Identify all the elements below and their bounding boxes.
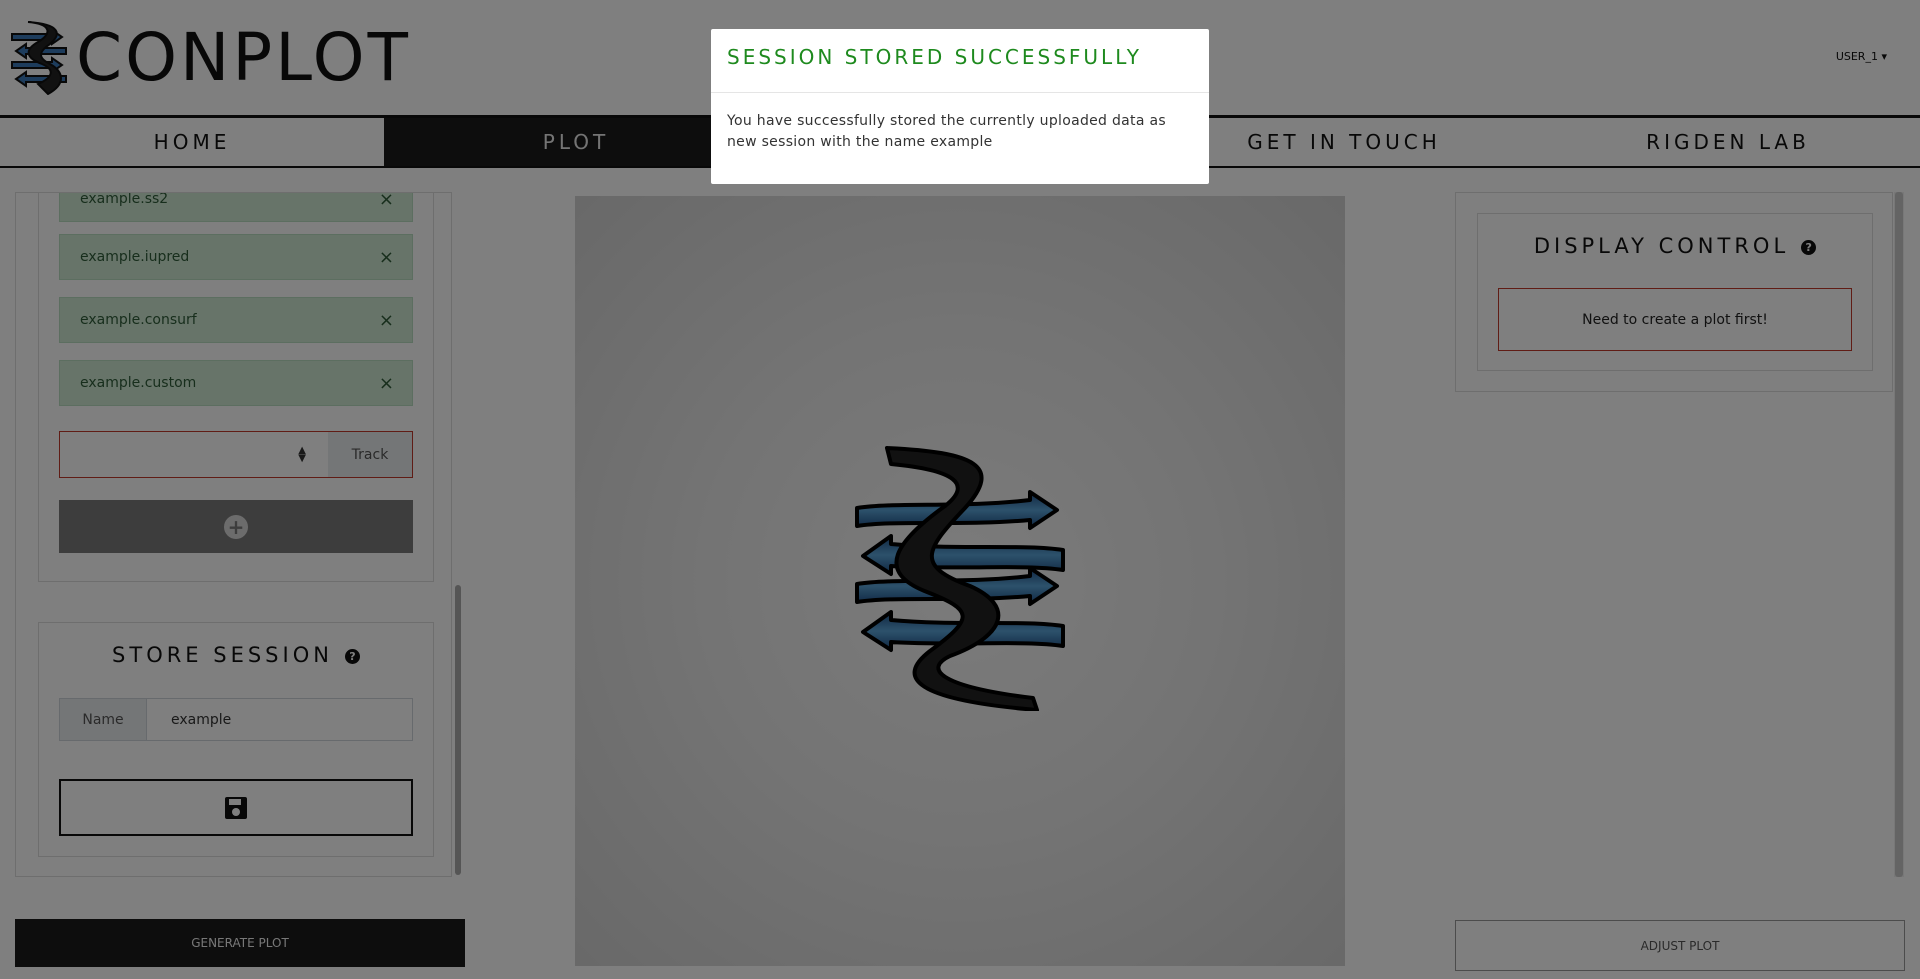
modal-body: You have successfully stored the current…	[727, 113, 1166, 150]
modal-title: SESSION STORED SUCCESSFULLY	[727, 45, 1142, 69]
session-stored-modal: SESSION STORED SUCCESSFULLY You have suc…	[711, 29, 1209, 184]
modal-divider	[711, 92, 1209, 93]
